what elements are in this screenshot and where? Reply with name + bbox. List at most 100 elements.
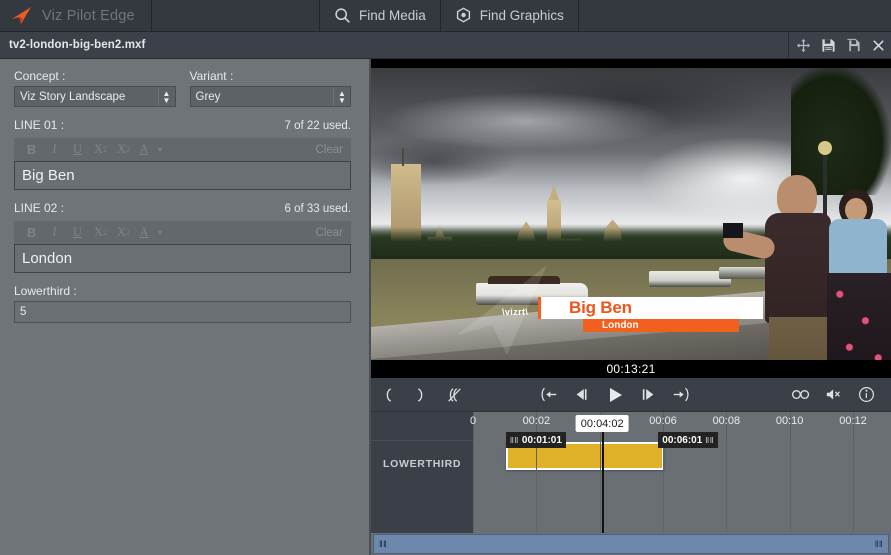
chevron-down-icon[interactable]: ▾	[153, 139, 167, 160]
tab-find-graphics-label: Find Graphics	[479, 8, 564, 23]
chevron-down-icon[interactable]: ▾	[153, 222, 167, 243]
grip-handle-icon[interactable]: ‖‖	[510, 436, 519, 445]
timeline-panel[interactable]: 000:0200:0400:0600:0800:1000:12 LOWERTHI…	[371, 412, 891, 555]
transport-right-tools	[784, 378, 891, 412]
clip-out-timecode-badge[interactable]: 00:06:01 ‖‖	[658, 432, 719, 448]
line02-header: LINE 02 : 6 of 33 used.	[14, 201, 351, 218]
video-preview[interactable]: \vizrt\ Big Ben London 00:13:21	[371, 59, 891, 378]
toolbar-divider	[788, 31, 789, 59]
subscript-index: 2	[103, 145, 108, 154]
timeline-horizontal-scrollbar[interactable]: ‖‖ ‖‖	[371, 533, 891, 555]
superscript-index: 2	[126, 145, 131, 154]
mute-icon[interactable]	[817, 378, 850, 412]
clip-in-timecode-badge[interactable]: ‖‖ 00:01:01	[505, 432, 566, 448]
bold-button[interactable]: B	[20, 222, 43, 243]
line01-char-count: 7 of 22 used.	[284, 120, 352, 132]
timeline-tick-label: 00:08	[712, 415, 741, 427]
underline-button[interactable]: U	[66, 139, 89, 160]
line01-header: LINE 01 : 7 of 22 used.	[14, 118, 351, 135]
timeline-tick-label: 00:02	[522, 415, 551, 427]
document-filename: tv2-london-big-ben2.mxf	[9, 39, 146, 51]
variant-value: Grey	[195, 90, 221, 103]
timeline-playhead[interactable]	[602, 426, 605, 533]
loop-icon[interactable]	[784, 378, 817, 412]
scrollbar-thumb[interactable]: ‖‖ ‖‖	[373, 534, 889, 554]
subscript-index: 2	[103, 228, 108, 237]
clear-marks-icon[interactable]	[437, 378, 470, 412]
text-color-button[interactable]: A	[135, 139, 153, 160]
superscript-button[interactable]: X2	[112, 222, 135, 243]
person-top	[829, 219, 887, 279]
concept-field: Concept : Viz Story Landscape ▲ ▼	[14, 69, 176, 107]
document-title-bar: tv2-london-big-ben2.mxf	[0, 31, 891, 59]
line02-clear-button[interactable]: Clear	[316, 227, 345, 239]
template-editor-panel: Concept : Viz Story Landscape ▲ ▼ Variant…	[0, 59, 370, 555]
timeline-tick-label: 00:10	[775, 415, 804, 427]
variant-dropdown[interactable]: Grey ▲ ▼	[189, 86, 351, 107]
line01-value: Big Ben	[22, 167, 75, 184]
subscript-button[interactable]: X2	[89, 222, 112, 243]
close-icon[interactable]	[866, 32, 891, 58]
track-label-lowerthird: LOWERTHIRD	[383, 458, 462, 470]
play-icon[interactable]	[598, 378, 631, 412]
italic-button[interactable]: I	[43, 222, 66, 243]
camera-object	[723, 223, 743, 238]
line01-richtext-toolbar: B I U X2 X2 A ▾ Clear	[14, 138, 351, 161]
person-foreground-left	[721, 175, 833, 378]
go-to-out-icon[interactable]	[664, 378, 697, 412]
clip-out-timecode: 00:06:01	[662, 434, 703, 446]
search-icon	[334, 7, 351, 24]
concept-dropdown[interactable]: Viz Story Landscape ▲ ▼	[14, 86, 176, 107]
variant-label: Variant :	[189, 69, 234, 83]
video-timecode-bar: 00:13:21	[371, 360, 891, 378]
brand-cell: Viz Pilot Edge	[0, 0, 152, 31]
letterbox-top	[371, 59, 891, 68]
playhead-timecode-badge[interactable]: 00:04:02	[575, 415, 629, 432]
info-icon[interactable]	[850, 378, 883, 412]
concept-variant-row: Concept : Viz Story Landscape ▲ ▼ Variant…	[14, 69, 351, 107]
concept-label: Concept :	[14, 69, 66, 83]
subscript-button[interactable]: X2	[89, 139, 112, 160]
go-to-in-icon[interactable]	[532, 378, 565, 412]
timeline-tick-label: 00:12	[839, 415, 867, 427]
scrollbar-grip-left-icon[interactable]: ‖‖	[379, 539, 387, 549]
save-as-icon[interactable]	[841, 32, 866, 58]
underline-button[interactable]: U	[66, 222, 89, 243]
viz-pilot-edge-window: Viz Pilot Edge Find Media Find Graphics	[0, 0, 891, 555]
toolbar-filler	[579, 0, 891, 31]
playhead-timecode: 00:04:02	[580, 417, 624, 430]
timeline-header-corner	[371, 412, 473, 440]
video-timecode: 00:13:21	[606, 362, 656, 376]
italic-button[interactable]: I	[43, 139, 66, 160]
line01-clear-button[interactable]: Clear	[316, 144, 345, 156]
tab-find-media[interactable]: Find Media	[320, 0, 441, 31]
step-forward-icon[interactable]	[631, 378, 664, 412]
video-frame: \vizrt\ Big Ben London 00:13:21	[371, 59, 891, 378]
text-color-button[interactable]: A	[135, 222, 153, 243]
line02-value: London	[22, 250, 73, 267]
grip-handle-icon[interactable]: ‖‖	[705, 436, 714, 445]
save-icon[interactable]	[816, 32, 841, 58]
concept-value: Viz Story Landscape	[20, 90, 126, 103]
app-toolbar: Viz Pilot Edge Find Media Find Graphics	[0, 0, 891, 32]
superscript-button[interactable]: X2	[112, 139, 135, 160]
line02-label: LINE 02 :	[14, 201, 65, 215]
line01-label: LINE 01 :	[14, 118, 65, 132]
line02-input[interactable]: London	[14, 244, 351, 273]
mark-out-icon[interactable]	[404, 378, 437, 412]
line01-input[interactable]: Big Ben	[14, 161, 351, 190]
scrollbar-grip-right-icon[interactable]: ‖‖	[875, 539, 883, 549]
overlay-line1-bar: Big Ben	[538, 297, 763, 319]
clip-in-timecode: 00:01:01	[521, 434, 562, 446]
move-icon[interactable]	[791, 32, 816, 58]
document-tools	[788, 31, 891, 59]
overlay-line1-text: Big Ben	[569, 298, 632, 317]
bold-button[interactable]: B	[20, 139, 43, 160]
tab-find-graphics[interactable]: Find Graphics	[441, 0, 579, 31]
lowerthird-input[interactable]: 5	[14, 301, 351, 323]
lowerthird-value: 5	[20, 306, 27, 318]
tab-find-media-label: Find Media	[359, 8, 426, 23]
mark-in-icon[interactable]	[371, 378, 404, 412]
spinner-arrows-icon: ▲ ▼	[157, 87, 175, 106]
step-back-icon[interactable]	[565, 378, 598, 412]
